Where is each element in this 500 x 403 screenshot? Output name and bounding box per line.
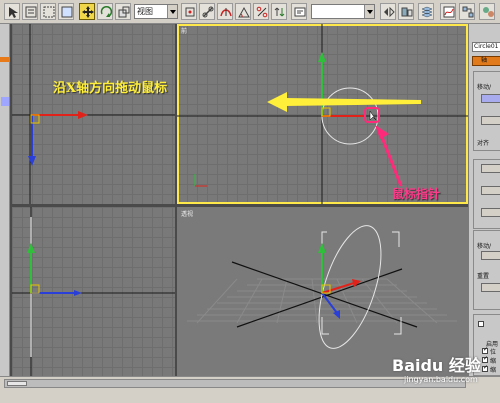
move2-label: 移动/ (477, 243, 492, 250)
viewport-top[interactable] (12, 24, 175, 204)
cursor-pointer-arrowhead (375, 125, 389, 139)
angle-snap-icon[interactable] (235, 3, 251, 20)
move-pivot-label: 移动/ (477, 84, 492, 91)
top-viewport-graphics (12, 24, 175, 204)
object-name-field[interactable]: Circle01 (472, 42, 500, 52)
center-to-object-button[interactable] (481, 164, 500, 173)
perspective-viewport-graphics (187, 225, 457, 349)
select-region-icon[interactable] (40, 3, 56, 20)
cursor-hint-label: 鼠标指针 (392, 187, 441, 201)
layer-manager-icon[interactable] (418, 3, 434, 20)
select-name-icon[interactable] (22, 3, 38, 20)
curve-editor-icon[interactable] (440, 3, 456, 20)
gizmo-y-arrow (318, 52, 326, 62)
gizmo-x-arrow (78, 111, 88, 119)
viewport-left[interactable] (12, 207, 175, 376)
reset-transform-button[interactable] (481, 283, 500, 292)
viewport-front[interactable]: 前 (177, 24, 468, 204)
viewport-perspective[interactable]: 透视 (177, 207, 468, 376)
chevron-down-icon (364, 5, 374, 18)
scale-tool-icon[interactable] (115, 3, 131, 20)
command-panel: Circle01 轴 移动/ 对齐 移动/ 重置 启用 位 缩 (468, 24, 500, 376)
snap-toggle-icon[interactable] (217, 3, 233, 20)
gizmo-y-arrow (318, 243, 326, 253)
affect-pivot-only-button[interactable] (481, 94, 500, 103)
move-pivot-group: 移动/ 对齐 (473, 71, 500, 151)
reset-group (473, 159, 500, 229)
left-strip-swatch[interactable] (1, 97, 9, 106)
pivot-tab[interactable]: 轴 (472, 56, 500, 66)
gizmo-plane-handle (30, 284, 40, 294)
gizmo-z-arrow (74, 290, 82, 296)
home-grid-x-axis (231, 261, 418, 328)
drag-direction-arrow (285, 98, 421, 106)
chevron-down-icon (167, 5, 177, 18)
affect-object-only-button[interactable] (481, 116, 500, 125)
gizmo-y-arrow (27, 243, 35, 253)
drag-hint-label: 沿X轴方向拖动鼠标 (53, 81, 168, 96)
main-toolbar: 视图 (0, 0, 500, 24)
time-slider-thumb[interactable] (7, 381, 27, 386)
reset-label: 重置 (477, 273, 490, 280)
pivot-center-icon[interactable] (181, 3, 197, 20)
spinner-snap-icon[interactable] (271, 3, 287, 20)
align-icon[interactable] (398, 3, 414, 20)
named-selection-set[interactable] (311, 4, 375, 19)
front-viewport-graphics (177, 24, 468, 204)
mirror-icon[interactable] (380, 3, 396, 20)
cursor-pointer-line (378, 131, 403, 187)
rotate-tool-icon[interactable] (97, 3, 113, 20)
align-label: 对齐 (477, 140, 490, 147)
left-strip-tab[interactable] (0, 57, 10, 62)
skin-pose-checkbox[interactable] (478, 321, 484, 327)
select-arrow-icon[interactable] (4, 3, 20, 20)
material-editor-icon[interactable] (479, 3, 495, 20)
left-viewport-graphics (12, 207, 175, 376)
reference-coordinate-value: 视图 (137, 7, 153, 16)
schematic-view-icon[interactable] (459, 3, 475, 20)
percent-snap-icon[interactable] (253, 3, 269, 20)
baidu-watermark: Baidu 经验 jingyan.baidu.com (392, 352, 496, 396)
move-tool-icon[interactable] (79, 3, 95, 20)
crossing-select-icon[interactable] (58, 3, 74, 20)
adjust-transform-group: 移动/ 重置 (473, 230, 500, 310)
max-window: 视图 前 透视 沿X轴方向拖动鼠标 鼠标指针 Circle01 轴 移动/ 对齐… (0, 0, 500, 403)
drag-arrow-head (267, 92, 287, 112)
left-strip (0, 24, 10, 376)
align-to-object-button[interactable] (481, 186, 500, 195)
gizmo-z-arrow (28, 156, 36, 166)
edit-named-selection-icon[interactable] (291, 3, 307, 20)
viewport-area: 前 透视 沿X轴方向拖动鼠标 鼠标指针 (0, 24, 468, 376)
watermark-logo: Baidu 经验 (392, 356, 481, 375)
watermark-url: jingyan.baidu.com (404, 375, 478, 384)
reference-coordinate-select[interactable]: 视图 (134, 4, 178, 19)
select-link-icon[interactable] (199, 3, 215, 20)
align-to-world-button[interactable] (481, 208, 500, 217)
dont-affect-children-button[interactable] (481, 251, 500, 260)
